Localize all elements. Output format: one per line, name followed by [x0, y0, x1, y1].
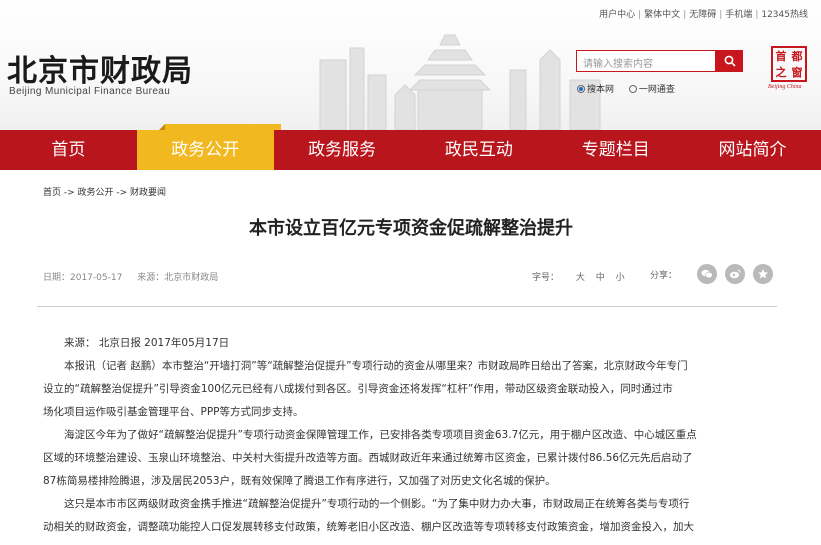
share-bar: 分享： — [650, 264, 781, 284]
nav-government-services[interactable]: 政务服务 — [274, 130, 411, 170]
article-paragraph-cont: 区域的环境整治建设、玉泉山环境整治、中关村大街提升改造等方面。西城财政近年来通过… — [43, 452, 693, 464]
radio-icon — [628, 85, 637, 93]
article-paragraph-cont: 场化项目运作吸引基金管理平台、PPP等方式同步支持。 — [43, 406, 304, 418]
radio-selected-icon — [577, 85, 585, 93]
article-paragraph: 本报讯（记者 赵鹏）本市整治“开墙打洞”等“疏解整治促提升”专项行动的资金从哪里… — [64, 360, 688, 372]
main-nav: 首页 政务公开 政务服务 政民互动 专题栏目 网站简介 — [0, 130, 821, 170]
article-source-line: 来源： 北京日报 2017年05月17日 — [64, 337, 230, 349]
article-paragraph-cont: 87栋简易楼排险腾退，涉及居民2053户，既有效保障了腾退工作有序进行，又加强了… — [43, 475, 556, 487]
nav-about-site[interactable]: 网站简介 — [684, 130, 821, 170]
article-paragraph: 这只是本市市区两级财政资金携手推进“疏解整治促提升”专项行动的一个侧影。“为了集… — [64, 498, 690, 510]
search-scope: 搜本网 一网通查 — [577, 82, 687, 95]
scope-option-site[interactable]: 搜本网 — [577, 85, 614, 95]
top-link-mobile[interactable]: 手机端 — [722, 10, 755, 20]
search-button[interactable] — [716, 50, 743, 72]
site-logo-title[interactable]: 北京市财政局 — [7, 46, 193, 90]
article-paragraph-cont: 设立的“疏解整治促提升”引导资金100亿元已经有八成拨付到各区。引导资金还将发挥… — [43, 383, 673, 395]
font-size-label: 字号： — [532, 273, 560, 283]
top-link-user-center[interactable]: 用户中心 — [596, 10, 638, 20]
font-size-switcher: 字号： 大 中 小 — [532, 270, 633, 283]
nav-public-interaction[interactable]: 政民互动 — [410, 130, 547, 170]
nav-home[interactable]: 首页 — [0, 130, 137, 170]
beijing-skyline-illustration — [319, 34, 601, 130]
top-link-accessibility[interactable]: 无障碍 — [686, 10, 719, 20]
article-container: 首页 -> 政务公开 -> 财政要闻 本市设立百亿元专项资金促疏解整治提升 日期… — [37, 170, 785, 545]
nav-special-topics[interactable]: 专题栏目 — [547, 130, 684, 170]
seal-caption: Beijing China — [768, 84, 802, 90]
breadcrumb[interactable]: 首页 -> 政务公开 -> 财政要闻 — [43, 185, 166, 198]
share-label: 分享： — [650, 270, 678, 281]
search-icon — [724, 55, 736, 67]
article-body: 来源： 北京日报 2017年05月17日 本报讯（记者 赵鹏）本市整治“开墙打洞… — [43, 332, 777, 539]
article-title: 本市设立百亿元专项资金促疏解整治提升 — [249, 218, 573, 239]
article-paragraph-cont: 动相关的财政资金，调整疏功能控人口促发展转移支付政策，统筹老旧小区改造、棚户区改… — [43, 521, 694, 533]
article-date: 日期：2017-05-17 — [43, 273, 123, 283]
search-input[interactable]: 请输入搜索内容 — [576, 50, 716, 72]
top-links: 用户中心 | 繁体中文 | 无障碍 | 手机端 | 12345热线 — [596, 7, 811, 20]
capital-window-seal-icon[interactable]: 首都 之窗 — [771, 46, 807, 82]
favorite-star-icon[interactable] — [753, 264, 774, 284]
meta-divider — [37, 306, 777, 307]
font-size-medium[interactable]: 中 — [596, 273, 605, 283]
nav-government-affairs[interactable]: 政务公开 — [136, 130, 274, 170]
scope-option-all[interactable]: 一网通查 — [628, 85, 675, 95]
font-size-large[interactable]: 大 — [576, 273, 585, 283]
font-size-small[interactable]: 小 — [616, 273, 625, 283]
site-header: 用户中心 | 繁体中文 | 无障碍 | 手机端 | 12345热线 北京市财政局 Beijing… — [0, 0, 821, 130]
article-meta: 日期：2017-05-17 来源：北京市财政局 — [43, 270, 230, 283]
top-link-hotline[interactable]: 12345热线 — [758, 10, 811, 20]
weibo-share-icon[interactable] — [725, 264, 746, 284]
article-paragraph: 海淀区今年为了做好“疏解整治促提升”专项行动资金保障管理工作，已安排各类专项项目… — [64, 429, 697, 441]
wechat-share-icon[interactable] — [697, 264, 718, 284]
top-link-traditional[interactable]: 繁体中文 — [641, 10, 683, 20]
site-logo-subtitle: Beijing Municipal Finance Bureau — [9, 86, 171, 97]
article-source-meta: 来源：北京市财政局 — [137, 273, 219, 283]
